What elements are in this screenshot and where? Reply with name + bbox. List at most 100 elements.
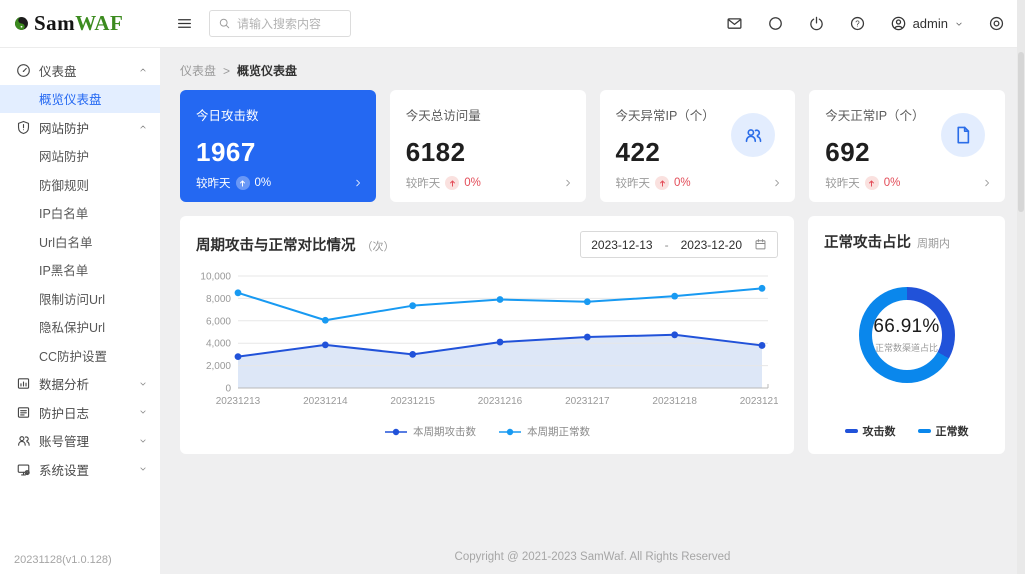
svg-text:20231215: 20231215 (390, 396, 435, 407)
svg-text:20231217: 20231217 (565, 396, 610, 407)
change-percent: 0% (254, 177, 272, 189)
chevron-up-icon (138, 65, 148, 75)
chart-unit-label: （次） (361, 241, 395, 253)
compare-label: 较昨天 (615, 178, 651, 190)
chevron-right-icon[interactable] (353, 178, 363, 188)
compare-label: 较昨天 (405, 178, 441, 190)
user-menu[interactable]: admin (890, 15, 964, 32)
stat-cards-row: 今日攻击数 1967 较昨天 0% 今天总访问量 6182 较昨天 0% 今天异… (180, 90, 1005, 202)
donut-center-value: 66.91% (873, 316, 940, 337)
sidebar-item-data-analysis[interactable]: 数据分析 (0, 370, 160, 399)
sidebar: 仪表盘 概览仪表盘 网站防护 网站防护 防御规则 IP白名单 Url白名单 IP黑名单 限制访问… (0, 48, 160, 574)
sidebar-item-label: 仪表盘 (39, 64, 77, 79)
shield-icon (16, 120, 31, 135)
sidebar-item-label: IP白名单 (39, 207, 89, 222)
mail-icon[interactable] (726, 15, 743, 32)
svg-text:4,000: 4,000 (206, 339, 231, 350)
breadcrumb-current: 概览仪表盘 (237, 64, 298, 78)
sidebar-item-site-protect[interactable]: 网站防护 (0, 142, 160, 171)
refresh-icon[interactable] (767, 15, 784, 32)
sidebar-item-label: IP黑名单 (39, 264, 89, 279)
chevron-up-icon (138, 122, 148, 132)
chevron-down-icon (138, 436, 148, 446)
legend-item[interactable]: 攻击数 (844, 423, 896, 439)
chevron-right-icon[interactable] (982, 178, 992, 188)
stat-card-title: 今日攻击数 (196, 109, 259, 123)
analysis-icon (16, 376, 31, 391)
sidebar-item-restrict-url[interactable]: 限制访问Url (0, 284, 160, 313)
sidebar-item-label: 网站防护 (39, 150, 90, 165)
sidebar-item-label: 系统设置 (39, 463, 90, 478)
breadcrumb: 仪表盘 > 概览仪表盘 (180, 62, 1005, 79)
sidebar-item-label: 防御规则 (39, 178, 90, 193)
change-percent: 0% (883, 177, 901, 189)
scrollbar[interactable] (1017, 0, 1025, 574)
sidebar-item-label: 账号管理 (39, 435, 90, 450)
sidebar-item-ip-whitelist[interactable]: IP白名单 (0, 199, 160, 228)
sidebar-item-label: 限制访问Url (39, 292, 105, 307)
calendar-icon (755, 239, 766, 250)
change-percent: 0% (674, 177, 691, 189)
legend-marker-icon (499, 428, 521, 435)
chevron-down-icon (138, 407, 148, 417)
sidebar-item-url-whitelist[interactable]: Url白名单 (0, 227, 160, 256)
chevron-down-icon (138, 379, 148, 389)
search-box (209, 10, 351, 37)
power-icon[interactable] (808, 15, 825, 32)
sidebar-item-defense-rules[interactable]: 防御规则 (0, 170, 160, 199)
compare-label: 较昨天 (825, 178, 860, 190)
svg-text:0: 0 (225, 384, 231, 395)
sidebar-item-overview-dashboard[interactable]: 概览仪表盘 (0, 84, 160, 113)
username-label: admin (912, 16, 948, 31)
sidebar-item-site-protect-group[interactable]: 网站防护 (0, 113, 160, 142)
svg-text:10,000: 10,000 (200, 272, 231, 283)
stat-card-total-visits[interactable]: 今天总访问量 6182 较昨天 0% (389, 90, 586, 202)
avatar-icon (891, 16, 905, 31)
sidebar-item-dashboard-group[interactable]: 仪表盘 (0, 56, 160, 85)
sidebar-item-cc-protect-settings[interactable]: CC防护设置 (0, 341, 160, 370)
settings-gear-icon[interactable] (988, 15, 1005, 32)
breadcrumb-parent[interactable]: 仪表盘 (180, 62, 216, 79)
donut-chart-title: 正常攻击占比 周期内 (824, 235, 950, 251)
menu-collapse-icon[interactable] (176, 15, 193, 32)
normal-attack-ratio-donut: 66.91% 正常数渠道占比 (858, 287, 955, 383)
date-separator: - (664, 237, 669, 252)
sidebar-item-label: CC防护设置 (39, 349, 108, 364)
sidebar-item-privacy-url[interactable]: 隐私保护Url (0, 313, 160, 342)
line-chart-legend: 本周期攻击数 本周期正常数 (196, 424, 778, 439)
svg-text:?: ? (855, 19, 860, 28)
top-bar: SamWAF ? admin (0, 0, 1025, 48)
legend-marker-icon (385, 428, 407, 435)
dashboard-icon (16, 63, 31, 78)
logs-icon (16, 405, 31, 420)
app-logo[interactable]: SamWAF (0, 11, 160, 36)
attack-vs-normal-line-chart: 0 2,000 4,000 6,000 8,000 10,000 20231213 20231… (200, 272, 778, 408)
sidebar-item-ip-blacklist[interactable]: IP黑名单 (0, 256, 160, 285)
chevron-down-icon (138, 464, 148, 474)
sidebar-menu: 仪表盘 概览仪表盘 网站防护 网站防护 防御规则 IP白名单 Url白名单 IP黑名单 限制访问… (0, 48, 160, 484)
file-icon (941, 113, 985, 157)
sidebar-item-account-mgmt[interactable]: 账号管理 (0, 427, 160, 456)
stat-card-abnormal-ip[interactable]: 今天异常IP（个） 422 较昨天 0% (599, 90, 796, 202)
help-icon[interactable]: ? (849, 15, 866, 32)
sidebar-item-protect-logs[interactable]: 防护日志 (0, 398, 160, 427)
donut-chart-legend: 攻击数 正常数 (808, 423, 1005, 439)
chevron-right-icon[interactable] (772, 178, 782, 188)
svg-text:20231214: 20231214 (303, 396, 348, 407)
legend-item[interactable]: 本周期攻击数 (384, 424, 476, 439)
logo-text-sam: Sam (34, 11, 76, 35)
legend-item[interactable]: 本周期正常数 (498, 424, 590, 439)
svg-text:2,000: 2,000 (206, 361, 231, 372)
users-icon (16, 433, 31, 448)
chevron-down-icon (954, 19, 964, 29)
search-input[interactable] (237, 16, 342, 31)
sidebar-item-label: 数据分析 (39, 378, 90, 393)
chevron-right-icon[interactable] (563, 178, 573, 188)
svg-text:8,000: 8,000 (206, 294, 231, 305)
legend-item[interactable]: 正常数 (917, 423, 969, 439)
sidebar-item-system-settings[interactable]: 系统设置 (0, 455, 160, 484)
search-icon (219, 18, 230, 29)
date-range-picker[interactable]: 2023-12-13 - 2023-12-20 (580, 231, 778, 258)
stat-card-normal-ip[interactable]: 今天正常IP（个） 692 较昨天 0% (809, 90, 1005, 202)
stat-card-attacks-today[interactable]: 今日攻击数 1967 较昨天 0% (180, 90, 376, 202)
